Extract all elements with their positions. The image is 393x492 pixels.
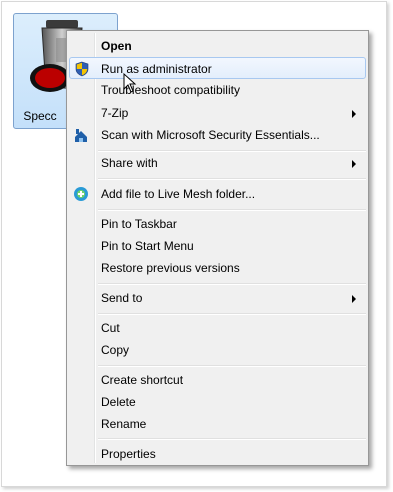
menu-item-label: Add file to Live Mesh folder... xyxy=(101,187,256,201)
uac-shield-icon xyxy=(75,61,89,77)
menu-item-label: Pin to Taskbar xyxy=(101,217,177,231)
menu-item-label: Restore previous versions xyxy=(101,261,240,275)
menu-separator xyxy=(98,209,366,211)
menu-separator xyxy=(98,365,366,367)
menu-item-label: Send to xyxy=(101,291,143,305)
desktop-icon-label: Specc xyxy=(23,109,57,123)
menu-item-share-with[interactable]: Share with xyxy=(69,152,366,174)
menu-item-open[interactable]: Open xyxy=(69,35,366,57)
menu-item-label: Troubleshoot compatibility xyxy=(101,83,240,97)
menu-item-rename[interactable]: Rename xyxy=(69,413,366,435)
menu-separator xyxy=(98,283,366,285)
menu-item-label: Properties xyxy=(101,447,156,461)
menu-item-delete[interactable]: Delete xyxy=(69,391,366,413)
menu-item-7zip[interactable]: 7-Zip xyxy=(69,102,366,124)
menu-separator xyxy=(98,438,366,440)
menu-item-label: Open xyxy=(101,39,132,53)
menu-item-label: Run as administrator xyxy=(101,62,212,76)
menu-item-label: Rename xyxy=(101,417,147,431)
menu-item-copy[interactable]: Copy xyxy=(69,339,366,361)
live-mesh-icon xyxy=(74,187,88,201)
menu-item-label: Pin to Start Menu xyxy=(101,239,194,253)
menu-item-send-to[interactable]: Send to xyxy=(69,287,366,309)
context-menu: Open Run as administrator Troubleshoot c… xyxy=(66,30,369,466)
menu-item-restore-previous-versions[interactable]: Restore previous versions xyxy=(69,257,366,279)
menu-separator xyxy=(98,178,366,180)
submenu-arrow-icon xyxy=(352,160,356,168)
menu-item-label: Share with xyxy=(101,156,158,170)
menu-item-create-shortcut[interactable]: Create shortcut xyxy=(69,369,366,391)
menu-item-label: Delete xyxy=(101,395,136,409)
menu-item-pin-to-taskbar[interactable]: Pin to Taskbar xyxy=(69,213,366,235)
menu-separator xyxy=(98,313,366,315)
menu-item-troubleshoot-compatibility[interactable]: Troubleshoot compatibility xyxy=(69,79,366,101)
menu-item-label: Create shortcut xyxy=(101,373,184,387)
menu-item-label: 7-Zip xyxy=(101,106,129,120)
security-essentials-icon xyxy=(75,129,87,142)
submenu-arrow-icon xyxy=(352,110,356,118)
menu-item-cut[interactable]: Cut xyxy=(69,317,366,339)
menu-item-scan-security-essentials[interactable]: Scan with Microsoft Security Essentials.… xyxy=(69,124,366,146)
menu-item-add-live-mesh[interactable]: Add file to Live Mesh folder... xyxy=(69,183,366,205)
menu-item-label: Cut xyxy=(101,321,120,335)
mouse-cursor-icon xyxy=(123,73,137,93)
menu-item-label: Copy xyxy=(101,343,130,357)
submenu-arrow-icon xyxy=(352,295,356,303)
menu-item-pin-to-start-menu[interactable]: Pin to Start Menu xyxy=(69,235,366,257)
menu-item-properties[interactable]: Properties xyxy=(69,443,366,465)
menu-item-run-as-administrator[interactable]: Run as administrator xyxy=(69,57,366,79)
menu-item-label: Scan with Microsoft Security Essentials.… xyxy=(101,128,320,142)
